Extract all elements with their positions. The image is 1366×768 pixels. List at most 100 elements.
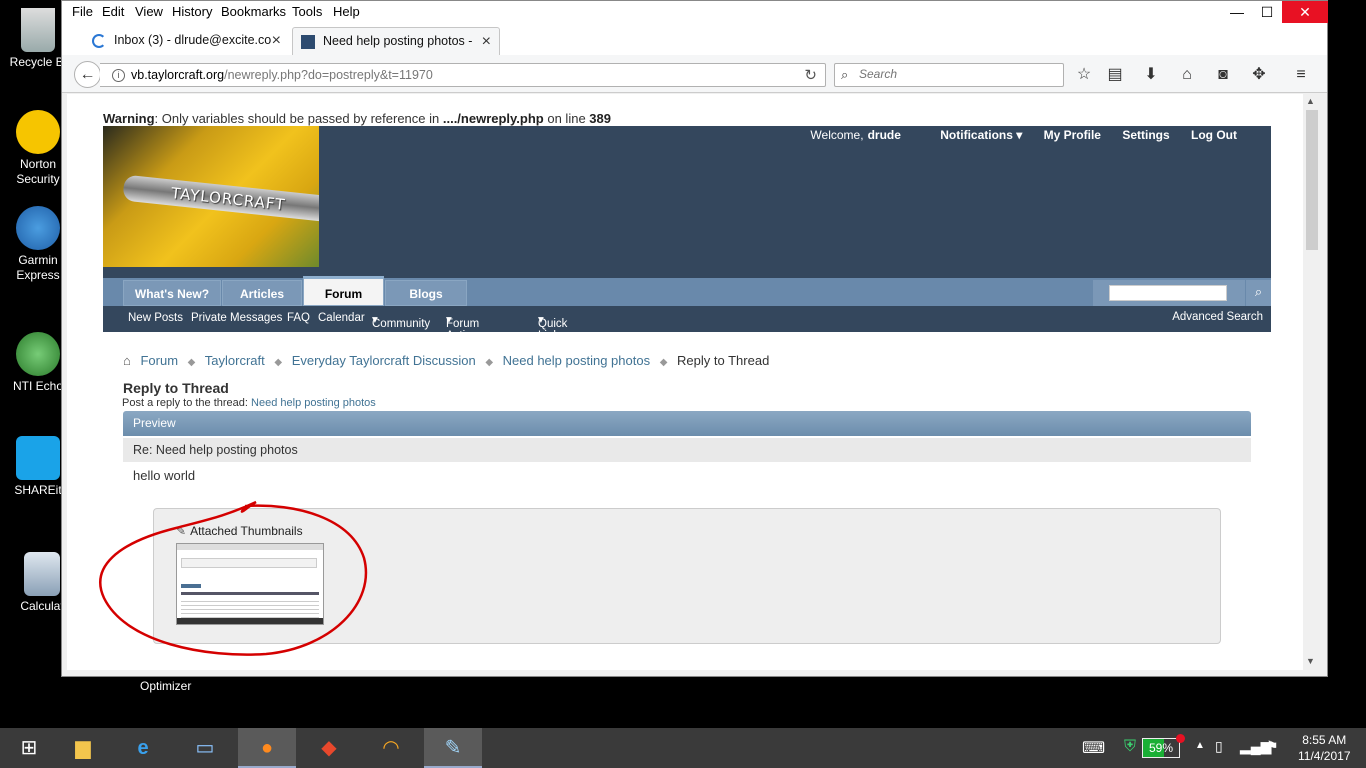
breadcrumb-separator: ◆ [659,357,668,368]
menu-bookmarks[interactable]: Bookmarks [221,4,286,19]
subnav-new-posts[interactable]: New Posts [128,312,183,324]
scroll-down-arrow-icon[interactable]: ▼ [1306,656,1315,666]
logout-link[interactable]: Log Out [1191,128,1237,142]
info-icon[interactable]: i [112,69,125,82]
folder-icon: ▆ [75,737,91,759]
tab-articles[interactable]: Articles [222,280,302,306]
attachments-header: ✎ Attached Thumbnails [176,524,303,538]
recycle-bin-icon [21,8,55,52]
firefox-button[interactable]: ● [238,728,296,768]
close-tab-icon[interactable]: × [272,27,281,54]
flag-icon[interactable]: ⚑ [1266,738,1279,768]
reading-list-icon[interactable]: ▤ [1105,65,1125,85]
search-bar[interactable]: ⌕ [834,63,1064,87]
minimize-button[interactable]: — [1222,1,1252,23]
welcome-text: Welcome, [810,128,864,142]
subnav-calendar[interactable]: Calendar [318,312,365,324]
advanced-search-link[interactable]: Advanced Search [1172,311,1263,323]
audio-app-button[interactable]: ◠ [362,728,420,768]
url-bar[interactable]: i vb.taylorcraft.org/newreply.php?do=pos… [100,63,826,87]
keyboard-icon[interactable]: ⌨ [1082,738,1105,768]
breadcrumb-thread[interactable]: Need help posting photos [503,353,650,368]
shareit-icon [16,436,60,480]
forum-search-box [1093,280,1245,306]
breadcrumb-everyday[interactable]: Everyday Taylorcraft Discussion [292,353,476,368]
close-tab-icon[interactable]: × [482,28,491,55]
loading-icon [92,34,106,48]
clock[interactable]: 8:55 AM 11/4/2017 [1298,732,1351,764]
shield-icon[interactable]: ⛨ [1124,738,1136,768]
username-link[interactable]: drude [868,128,901,142]
red-app-icon: ◆ [321,737,337,759]
subnav-faq[interactable]: FAQ [287,312,310,324]
tab-need-help[interactable]: Need help posting photos - × [292,27,500,55]
subnav-forum-actions[interactable]: Forum Actions ▾ [446,312,484,342]
vertical-scrollbar[interactable]: ▲ ▼ [1303,94,1320,670]
star-icon[interactable]: ☆ [1074,65,1094,85]
optimizer-label[interactable]: Optimizer [140,679,191,693]
file-explorer-button[interactable]: ▆ [54,728,112,768]
search-input[interactable] [859,67,1055,81]
preview-body: hello world [133,468,196,483]
lenovo-button[interactable]: ▭ [176,728,234,768]
device-icon[interactable]: ▯ [1215,738,1223,768]
internet-explorer-icon: e [137,737,149,759]
menu-view[interactable]: View [135,4,163,19]
app-button[interactable]: ◆ [300,728,358,768]
scrollbar-thumb[interactable] [1306,110,1318,250]
my-profile-link[interactable]: My Profile [1044,128,1101,142]
subnav-quick-links[interactable]: Quick Links ▾ [538,312,567,342]
nti-echo-icon [16,332,60,376]
subnav-community[interactable]: Community ▾ [372,312,430,330]
tab-blogs[interactable]: Blogs [385,280,467,306]
download-icon[interactable]: ⬇ [1141,65,1161,85]
menu-icon[interactable]: ≡ [1291,65,1311,85]
back-button[interactable]: ← [74,61,101,88]
battery-indicator[interactable]: 59% [1142,738,1180,758]
norton-security-icon [16,110,60,154]
url-text[interactable]: vb.taylorcraft.org/newreply.php?do=postr… [131,68,433,82]
paint-button[interactable]: ✎ [424,728,482,768]
breadcrumb-taylorcraft[interactable]: Taylorcraft [205,353,265,368]
notifications-link[interactable]: Notifications ▾ [922,128,1022,142]
breadcrumb-forum[interactable]: Forum [140,353,178,368]
forum-search-button[interactable]: ⌕ [1246,280,1271,306]
menu-history[interactable]: History [172,4,212,19]
subnav-private-messages[interactable]: Private Messages [191,312,282,324]
main-content: ⌂ Forum ◆ Taylorcraft ◆ Everyday Taylorc… [103,340,1271,670]
start-button[interactable]: ⊞ [0,728,58,768]
headphones-icon: ◠ [382,737,400,759]
reload-icon[interactable]: ↻ [804,66,817,84]
home-icon[interactable]: ⌂ [123,353,131,368]
attachment-thumbnail[interactable] [176,543,324,625]
tab-whats-new[interactable]: What's New? [123,280,221,306]
preview-header: Preview [123,411,1251,436]
tab-forum[interactable]: Forum [303,276,384,306]
page-title: Reply to Thread [123,380,229,396]
home-icon[interactable]: ⌂ [1177,65,1197,85]
menu-help[interactable]: Help [333,4,360,19]
thread-link[interactable]: Need help posting photos [251,397,376,409]
scroll-up-arrow-icon[interactable]: ▲ [1306,96,1315,106]
tab-inbox[interactable]: Inbox (3) - dlrude@excite.co × [84,27,289,55]
internet-explorer-button[interactable]: e [114,728,172,768]
notification-dot [1176,734,1185,743]
search-icon: ⌕ [841,67,849,82]
show-hidden-icons-icon[interactable]: ▲ [1195,740,1205,768]
breadcrumb-separator: ◆ [187,357,196,368]
tab-bar: Inbox (3) - dlrude@excite.co × Need help… [62,23,1327,73]
pocket-icon[interactable]: ◙ [1213,65,1233,85]
maximize-button[interactable]: ☐ [1252,1,1282,23]
menu-edit[interactable]: Edit [102,4,124,19]
clock-time: 8:55 AM [1302,733,1347,747]
extensions-icon[interactable]: ✥ [1249,65,1269,85]
calculator-icon [24,552,60,596]
forum-search-input[interactable] [1109,285,1227,301]
site-header: TAYLORCRAFT Welcome, drude Notifications … [103,126,1271,342]
settings-link[interactable]: Settings [1122,128,1169,142]
menu-file[interactable]: File [72,4,93,19]
close-window-button[interactable]: ✕ [1282,1,1328,23]
menu-tools[interactable]: Tools [292,4,322,19]
site-logo[interactable]: TAYLORCRAFT [103,126,319,267]
breadcrumb-separator: ◆ [485,357,494,368]
